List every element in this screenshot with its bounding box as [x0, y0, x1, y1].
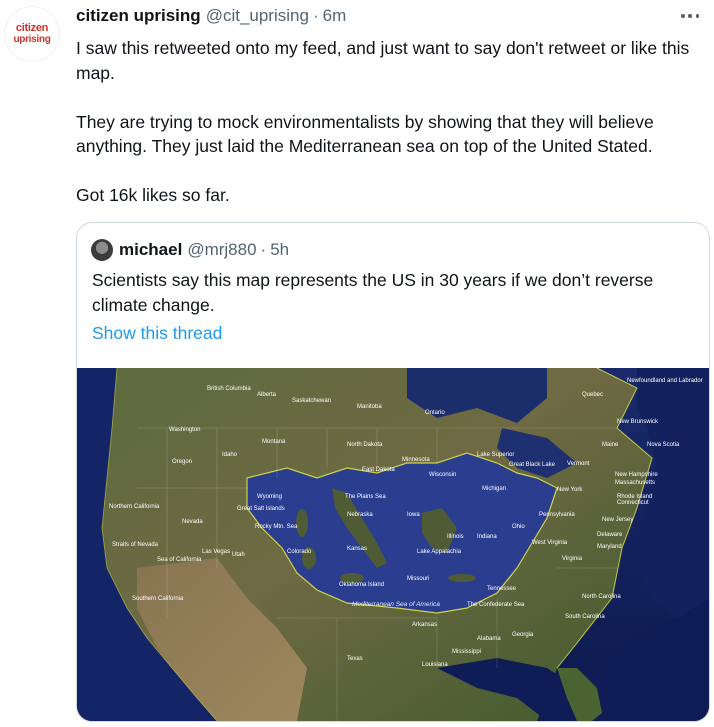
map-label-ontario: Ontario [425, 410, 445, 416]
map-label-arkansas: Arkansas [412, 622, 437, 628]
map-label-montana: Montana [262, 439, 286, 445]
map-label-delaware: Delaware [597, 532, 623, 538]
map-illustration: British Columbia Alberta Saskatchewan Ma… [77, 368, 709, 721]
map-label-washington: Washington [169, 427, 200, 433]
map-label-oklahoma: Oklahoma Island [339, 582, 384, 588]
map-label-ohio: Ohio [512, 524, 525, 530]
map-label-las-vegas: Las Vegas [202, 549, 230, 555]
map-label-maine: Maine [602, 442, 619, 448]
tweet-header: citizen uprising @cit_uprising · 6m [76, 4, 346, 28]
separator-dot: · [312, 6, 319, 25]
map-label-utah: Utah [232, 552, 245, 558]
map-label-sea-of-california: Sea of California [157, 557, 202, 563]
author-name[interactable]: citizen uprising [76, 6, 201, 26]
map-label-colorado: Colorado [287, 549, 312, 555]
map-label-nova-scotia: Nova Scotia [647, 442, 680, 448]
map-label-new-york: New York [557, 487, 583, 493]
map-label-north-dakota: North Dakota [347, 442, 383, 448]
map-label-great-salt: Great Salt Islands [237, 506, 285, 512]
map-label-mississippi: Mississippi [452, 649, 481, 655]
map-label-nevada: Nevada [182, 519, 203, 525]
map-label-great-black-lake: Great Black Lake [509, 462, 556, 468]
map-label-alberta: Alberta [257, 392, 277, 398]
map-label-vermont: Vermont [567, 461, 590, 467]
quoted-tweet-text: Scientists say this map represents the U… [92, 270, 654, 315]
map-label-wyoming: Wyoming [257, 494, 282, 500]
map-label-georgia: Georgia [512, 632, 534, 638]
map-label-indiana: Indiana [477, 534, 497, 540]
map-label-alabama: Alabama [477, 636, 501, 642]
map-label-south-dakota: East Dakota [362, 467, 395, 473]
map-label-new-jersey: New Jersey [602, 517, 633, 523]
author-avatar[interactable]: citizen uprising [4, 6, 60, 62]
map-label-missouri: Missouri [407, 576, 429, 582]
quoted-separator-dot: · [260, 240, 267, 259]
quoted-tweet-time[interactable]: 5h [270, 240, 289, 260]
map-label-tennessee: Tennessee [487, 586, 517, 592]
tweet-paragraph-1: I saw this retweeted onto my feed, and j… [76, 38, 690, 83]
map-label-minnesota: Minnesota [402, 457, 430, 463]
map-label-louisiana: Louisiana [422, 662, 448, 668]
more-options-icon[interactable] [678, 6, 702, 26]
tweet-time[interactable]: 6m [323, 6, 347, 26]
quoted-author-name[interactable]: michael [119, 240, 182, 260]
map-label-oregon: Oregon [172, 459, 192, 465]
map-image[interactable]: British Columbia Alberta Saskatchewan Ma… [77, 368, 709, 721]
map-label-texas: Texas [347, 656, 363, 662]
map-label-british-columbia: British Columbia [207, 386, 251, 392]
map-label-kansas: Kansas [347, 546, 367, 552]
map-label-west-virginia: West Virginia [532, 540, 568, 546]
map-label-idaho: Idaho [222, 452, 238, 458]
show-thread-link[interactable]: Show this thread [92, 323, 222, 344]
tweet-paragraph-2: They are trying to mock environmentalist… [76, 111, 654, 157]
map-label-south-carolina: South Carolina [565, 614, 605, 620]
map-label-north-carolina: North Carolina [582, 594, 621, 600]
map-label-saskatchewan: Saskatchewan [292, 398, 331, 404]
map-label-new-brunswick: New Brunswick [617, 419, 659, 425]
map-label-new-hampshire: New Hampshire [615, 472, 658, 478]
quoted-author-avatar[interactable] [91, 239, 113, 261]
map-label-confederate-sea: The Confederate Sea [467, 602, 525, 608]
map-label-wisconsin: Wisconsin [429, 472, 456, 478]
quoted-tweet[interactable]: michael @mrj880 · 5h Scientists say this… [76, 222, 710, 722]
tweet-body: I saw this retweeted onto my feed, and j… [76, 36, 706, 232]
map-label-manitoba: Manitoba [357, 404, 382, 410]
map-label-rocky-mtn: Rocky Mtn. Sea [255, 524, 298, 530]
map-label-massachusetts: Massachusetts [615, 480, 655, 486]
map-label-iowa: Iowa [407, 512, 420, 518]
map-label-illinois: Illinois [447, 534, 464, 540]
quoted-tweet-header: michael @mrj880 · 5h [91, 239, 289, 261]
map-label-strait: Straits of Nevada [112, 542, 159, 548]
map-label-southern-california: Southern California [132, 596, 184, 602]
quoted-author-handle[interactable]: @mrj880 [187, 240, 256, 260]
avatar-text-line2: uprising [13, 34, 51, 45]
author-handle[interactable]: @cit_uprising [206, 6, 309, 26]
map-label-lake-superior: Lake Superior [477, 452, 514, 458]
map-label-nebraska: Nebraska [347, 512, 373, 518]
map-label-plains-sea: The Plains Sea [345, 494, 386, 500]
map-label-northern-california: Northern California [109, 504, 160, 510]
map-label-lake-appalachia: Lake Appalachia [417, 549, 462, 555]
map-label-mediterranean: Mediterranean Sea of America [352, 601, 440, 608]
map-label-maryland: Maryland [597, 544, 622, 550]
map-label-newfoundland: Newfoundland and Labrador [627, 378, 703, 384]
avatar-text-line1: citizen [15, 22, 49, 34]
map-label-virginia: Virginia [562, 556, 583, 562]
map-label-pennsylvania: Pennsylvania [539, 512, 575, 518]
map-label-quebec: Quebec [582, 392, 603, 398]
map-label-connecticut: Connecticut [617, 500, 649, 506]
tweet-paragraph-3: Got 16k likes so far. [76, 185, 230, 205]
map-label-michigan: Michigan [482, 486, 506, 492]
